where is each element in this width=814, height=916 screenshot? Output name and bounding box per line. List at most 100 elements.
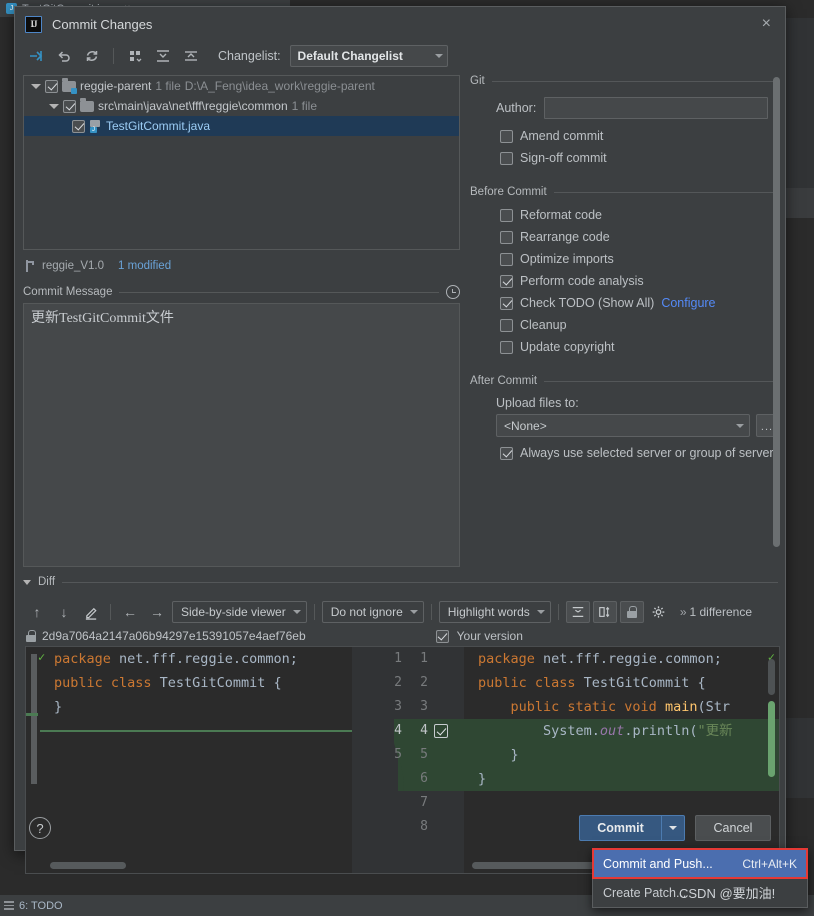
- author-input[interactable]: [544, 97, 768, 119]
- upload-server-dropdown[interactable]: <None>: [496, 414, 750, 437]
- signoff-commit-checkbox[interactable]: [500, 151, 513, 165]
- rearrange-code-label: Rearrange code: [520, 230, 610, 244]
- next-difference-icon[interactable]: ↓: [52, 601, 76, 623]
- diff-section-header[interactable]: Diff: [23, 574, 778, 590]
- cleanup-row[interactable]: Cleanup: [470, 314, 778, 336]
- update-copyright-row[interactable]: Update copyright: [470, 336, 778, 358]
- optimize-imports-checkbox[interactable]: [500, 252, 513, 266]
- chevron-down-icon[interactable]: [48, 101, 59, 112]
- optimize-imports-row[interactable]: Optimize imports: [470, 248, 778, 270]
- footer-actions: Commit Cancel: [579, 815, 771, 841]
- tree-checkbox[interactable]: [45, 79, 58, 93]
- tree-row[interactable]: src\main\java\net\fff\reggie\common 1 fi…: [24, 96, 459, 116]
- left-pane-hscrollbar[interactable]: [50, 862, 126, 869]
- reformat-code-label: Reformat code: [520, 208, 602, 222]
- tree-row[interactable]: reggie-parent 1 file D:\A_Feng\idea_work…: [24, 76, 459, 96]
- status-bar-todo-label[interactable]: 6: TODO: [19, 900, 63, 912]
- forward-icon[interactable]: →: [145, 601, 169, 623]
- dialog-title-bar: IJ Commit Changes ×: [15, 7, 785, 41]
- always-use-server-checkbox[interactable]: [500, 446, 513, 460]
- reformat-code-checkbox[interactable]: [500, 208, 513, 222]
- menu-item-shortcut: Ctrl+Alt+K: [742, 856, 797, 871]
- cleanup-label: Cleanup: [520, 318, 567, 332]
- viewer-mode-dropdown[interactable]: Side-by-side viewer: [172, 601, 307, 623]
- chevron-down-icon: [536, 610, 545, 614]
- code-line: }: [478, 747, 519, 763]
- commit-message-input[interactable]: 更新TestGitCommit文件: [23, 303, 460, 567]
- cleanup-checkbox[interactable]: [500, 318, 513, 332]
- tree-row[interactable]: TestGitCommit.java: [24, 116, 459, 136]
- menu-item-label: Create Patch...: [603, 885, 687, 900]
- help-button[interactable]: ?: [29, 817, 51, 839]
- check-todo-checkbox[interactable]: [500, 296, 513, 310]
- commit-message-header: Commit Message: [23, 283, 460, 301]
- folder-icon: [80, 98, 94, 112]
- dialog-body: reggie-parent 1 file D:\A_Feng\idea_work…: [15, 71, 785, 874]
- signoff-commit-label: Sign-off commit: [520, 151, 607, 165]
- always-use-server-row[interactable]: Always use selected server or group of s…: [470, 442, 778, 464]
- rearrange-code-checkbox[interactable]: [500, 230, 513, 244]
- menu-item-create-patch[interactable]: Create Patch... CSDN @要加油!: [593, 878, 807, 907]
- move-to-changelist-icon[interactable]: [23, 44, 49, 68]
- perform-code-analysis-row[interactable]: Perform code analysis: [470, 270, 778, 292]
- previous-difference-icon[interactable]: ↑: [25, 601, 49, 623]
- group-by-icon[interactable]: [122, 44, 148, 68]
- expand-all-icon[interactable]: [150, 44, 176, 68]
- right-line-number: 6: [420, 771, 428, 786]
- commit-dropdown-button[interactable]: [661, 815, 685, 841]
- options-scrollbar[interactable]: [773, 77, 780, 567]
- close-icon[interactable]: ×: [756, 14, 777, 34]
- options-scrollbar-thumb[interactable]: [773, 77, 780, 547]
- commit-button[interactable]: Commit: [579, 815, 661, 841]
- reformat-code-row[interactable]: Reformat code: [470, 204, 778, 226]
- right-pane-vscrollbar-b[interactable]: [768, 701, 775, 777]
- branch-info: reggie_V1.0 1 modified: [25, 257, 171, 275]
- sync-scroll-icon[interactable]: [592, 601, 617, 623]
- highlight-mode-dropdown[interactable]: Highlight words: [438, 601, 551, 623]
- cancel-button[interactable]: Cancel: [695, 815, 771, 841]
- gear-icon[interactable]: [647, 601, 671, 623]
- configure-todo-link[interactable]: Configure: [661, 296, 715, 310]
- rearrange-code-row[interactable]: Rearrange code: [470, 226, 778, 248]
- signoff-commit-row[interactable]: Sign-off commit: [470, 147, 778, 169]
- collapse-unchanged-icon[interactable]: [565, 601, 590, 623]
- your-version-row[interactable]: Your version: [435, 629, 523, 643]
- java-class-icon: [89, 119, 102, 133]
- chevron-down-icon: [736, 423, 744, 428]
- collapse-all-icon[interactable]: [178, 44, 204, 68]
- perform-code-analysis-checkbox[interactable]: [500, 274, 513, 288]
- more-actions-icon[interactable]: »: [680, 605, 687, 619]
- your-version-checkbox[interactable]: [435, 629, 449, 643]
- update-copyright-checkbox[interactable]: [500, 340, 513, 354]
- intellij-logo-icon: IJ: [25, 15, 42, 33]
- amend-commit-row[interactable]: Amend commit: [470, 125, 778, 147]
- chevron-down-icon[interactable]: [30, 81, 41, 92]
- tree-checkbox[interactable]: [63, 99, 76, 113]
- right-pane-vscrollbar-a[interactable]: [768, 659, 775, 695]
- tree-node-meta: 1 file: [155, 79, 181, 93]
- upload-server-value: <None>: [504, 418, 547, 433]
- tree-node-path: D:\A_Feng\idea_work\reggie-parent: [184, 79, 375, 93]
- diff-toolbar-separator-1: [110, 604, 111, 620]
- tree-checkbox[interactable]: [72, 119, 85, 133]
- separator-rule: [491, 80, 778, 82]
- back-icon[interactable]: ←: [118, 601, 142, 623]
- revert-icon[interactable]: [51, 44, 77, 68]
- git-group-label: Git: [470, 75, 485, 87]
- right-line-number: 4: [420, 723, 428, 738]
- menu-icon[interactable]: [4, 901, 14, 910]
- amend-commit-checkbox[interactable]: [500, 129, 513, 143]
- menu-item-label: Commit and Push...: [603, 856, 713, 871]
- changed-files-tree[interactable]: reggie-parent 1 file D:\A_Feng\idea_work…: [23, 75, 460, 250]
- changelist-dropdown[interactable]: Default Changelist: [289, 45, 448, 67]
- lock-icon[interactable]: [619, 601, 644, 623]
- check-todo-row[interactable]: Check TODO (Show All) Configure: [470, 292, 778, 314]
- chevron-down-icon[interactable]: [23, 579, 31, 585]
- ignore-policy-dropdown[interactable]: Do not ignore: [321, 601, 424, 623]
- menu-item-commit-and-push[interactable]: Commit and Push... Ctrl+Alt+K: [592, 848, 808, 879]
- refresh-icon[interactable]: [79, 44, 105, 68]
- clock-icon[interactable]: [446, 285, 460, 299]
- difference-count: 1 difference: [689, 605, 753, 619]
- accept-change-checkbox[interactable]: [434, 724, 448, 738]
- edit-source-icon[interactable]: [79, 601, 103, 623]
